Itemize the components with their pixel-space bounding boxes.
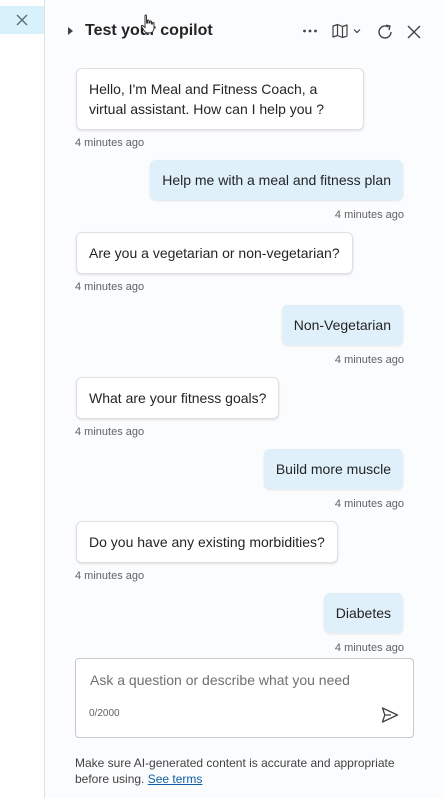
message-timestamp: 4 minutes ago bbox=[334, 354, 404, 366]
mouse-cursor-icon bbox=[140, 14, 155, 34]
close-button[interactable] bbox=[404, 22, 424, 42]
user-message: Build more muscle bbox=[263, 449, 403, 489]
bot-message: Do you have any existing morbidities? bbox=[76, 521, 338, 563]
map-icon bbox=[332, 23, 348, 39]
bot-message: Hello, I'm Meal and Fitness Coach, a vir… bbox=[76, 68, 364, 130]
message-timestamp: 4 minutes ago bbox=[334, 642, 404, 654]
message-timestamp: 4 minutes ago bbox=[75, 137, 145, 149]
message-text: What are your fitness goals? bbox=[89, 390, 267, 406]
message-text: Hello, I'm Meal and Fitness Coach, a vir… bbox=[89, 81, 325, 117]
copilot-test-panel: Test your copilot Hello, I'm Meal and Fi… bbox=[45, 0, 444, 798]
message-timestamp: 4 minutes ago bbox=[75, 426, 145, 438]
panel-header: Test your copilot bbox=[45, 0, 444, 64]
message-text: Non-Vegetarian bbox=[293, 317, 391, 333]
message-timestamp: 4 minutes ago bbox=[75, 570, 145, 582]
left-strip bbox=[0, 0, 45, 798]
message-text: Build more muscle bbox=[275, 461, 391, 477]
send-icon bbox=[381, 707, 399, 723]
message-timestamp: 4 minutes ago bbox=[334, 209, 404, 221]
chevron-down-icon bbox=[353, 29, 361, 34]
ai-disclaimer: Make sure AI-generated content is accura… bbox=[75, 755, 415, 787]
chat-input-box: 0/2000 bbox=[75, 658, 414, 738]
bot-message: Are you a vegetarian or non-vegetarian? bbox=[76, 232, 353, 274]
caret-right-icon[interactable] bbox=[68, 27, 73, 35]
disclaimer-text: Make sure AI-generated content is accura… bbox=[75, 756, 395, 786]
refresh-icon bbox=[378, 24, 392, 39]
message-text: Are you a vegetarian or non-vegetarian? bbox=[89, 245, 340, 261]
message-text: Do you have any existing morbidities? bbox=[89, 534, 325, 550]
message-text: Diabetes bbox=[335, 605, 391, 621]
see-terms-link[interactable]: See terms bbox=[148, 772, 203, 786]
character-counter: 0/2000 bbox=[89, 708, 120, 719]
map-dropdown-button[interactable] bbox=[331, 22, 362, 40]
chat-input[interactable] bbox=[88, 671, 392, 689]
bot-message: What are your fitness goals? bbox=[76, 377, 280, 419]
message-timestamp: 4 minutes ago bbox=[75, 281, 145, 293]
message-text: Help me with a meal and fitness plan bbox=[162, 172, 391, 188]
refresh-button[interactable] bbox=[375, 22, 395, 42]
user-message: Help me with a meal and fitness plan bbox=[150, 160, 403, 200]
more-options-button[interactable] bbox=[301, 22, 319, 40]
close-icon bbox=[16, 14, 28, 26]
more-options-icon bbox=[303, 29, 317, 33]
close-panel-button[interactable] bbox=[0, 6, 44, 34]
user-message: Diabetes bbox=[323, 593, 403, 633]
send-button[interactable] bbox=[378, 703, 402, 727]
user-message: Non-Vegetarian bbox=[281, 305, 403, 345]
message-timestamp: 4 minutes ago bbox=[334, 498, 404, 510]
close-icon bbox=[407, 25, 421, 39]
